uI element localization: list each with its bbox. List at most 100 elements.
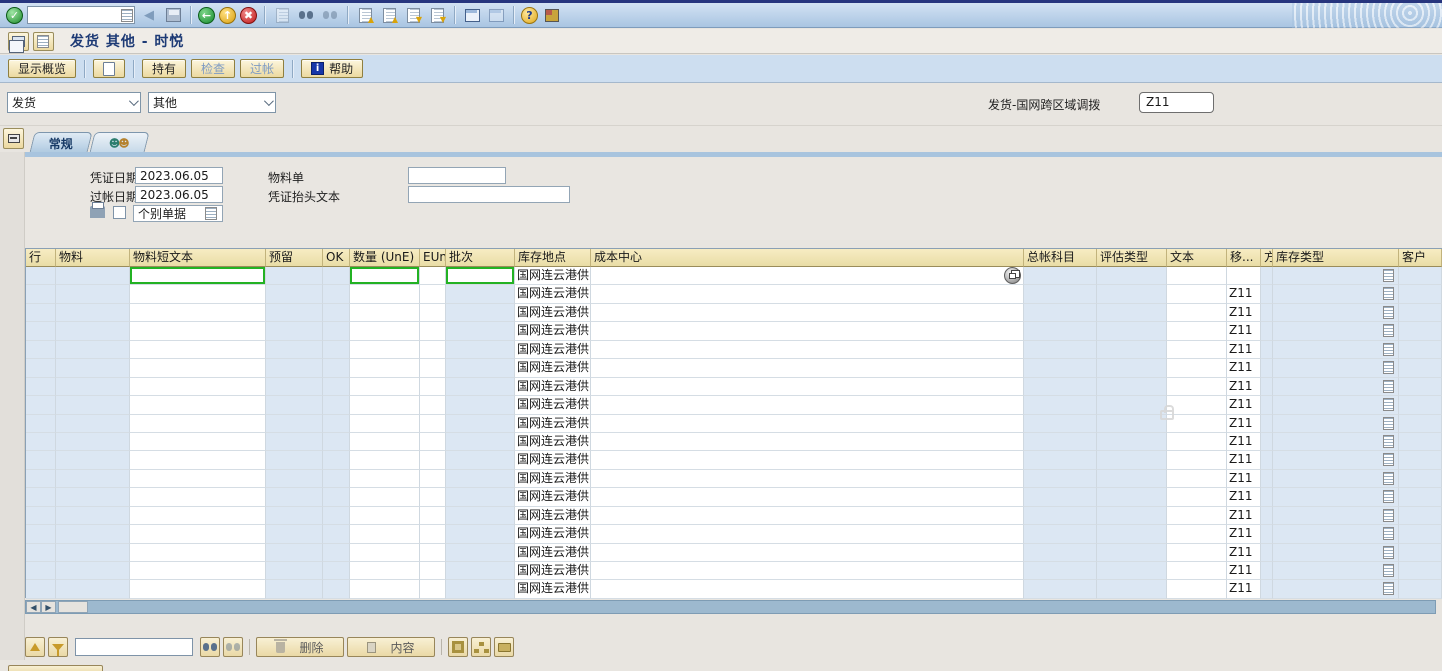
grid-cell[interactable]	[591, 562, 1024, 580]
hierarchy-button[interactable]	[471, 637, 491, 657]
grid-cell[interactable]: Z11	[1227, 341, 1261, 359]
stock-type-dropdown-icon[interactable]	[1383, 453, 1394, 466]
stock-type-dropdown-icon[interactable]	[1383, 509, 1394, 522]
grid-cell[interactable]	[591, 488, 1024, 506]
grid-cell[interactable]	[1167, 507, 1227, 525]
stock-type-dropdown-icon[interactable]	[1383, 527, 1394, 540]
grid-cell[interactable]: Z11	[1227, 359, 1261, 377]
grid-cell[interactable]	[130, 415, 266, 433]
grid-cell[interactable]	[350, 378, 420, 396]
editable-cell-input[interactable]	[350, 267, 419, 284]
help-icon[interactable]: ?	[521, 7, 538, 24]
grid-cell[interactable]	[1167, 562, 1227, 580]
grid-cell[interactable]	[130, 507, 266, 525]
grid-cell[interactable]	[1167, 525, 1227, 543]
material-slip-field[interactable]	[408, 167, 506, 184]
grid-cell[interactable]	[1227, 267, 1261, 285]
grid-cell[interactable]	[130, 580, 266, 598]
grid-cell[interactable]	[1167, 415, 1227, 433]
restart-button[interactable]	[93, 59, 125, 78]
grid-cell[interactable]	[1167, 433, 1227, 451]
grid-cell[interactable]: Z11	[1227, 562, 1261, 580]
grid-cell[interactable]	[130, 470, 266, 488]
grid-cell[interactable]: Z11	[1227, 304, 1261, 322]
stock-type-dropdown-icon[interactable]	[1383, 417, 1394, 430]
grid-cell[interactable]	[420, 396, 446, 414]
grid-cell[interactable]	[591, 433, 1024, 451]
grid-cell[interactable]	[420, 378, 446, 396]
grid-column-header[interactable]: 文本	[1167, 249, 1227, 267]
grid-cell[interactable]: 国网连云港供电	[515, 562, 591, 580]
grid-cell[interactable]: 国网连云港供电	[515, 285, 591, 303]
grid-cell[interactable]: 国网连云港供电	[515, 470, 591, 488]
grid-cell[interactable]	[420, 544, 446, 562]
scroll-right-button[interactable]: ▶	[41, 601, 56, 613]
editable-cell-input[interactable]	[130, 267, 265, 284]
grid-cell[interactable]	[130, 525, 266, 543]
customize-layout-icon[interactable]	[545, 9, 559, 22]
individual-slip-dropdown[interactable]: 个别单据	[133, 205, 223, 222]
grid-column-header[interactable]: 移...	[1227, 249, 1261, 267]
grid-cell[interactable]	[350, 562, 420, 580]
grid-cell[interactable]	[130, 451, 266, 469]
stock-type-dropdown-icon[interactable]	[1383, 398, 1394, 411]
grid-cell[interactable]: 国网连云港供电	[515, 451, 591, 469]
grid-cell[interactable]	[350, 285, 420, 303]
grid-cell[interactable]: 国网连云港供电	[515, 580, 591, 598]
grid-cell[interactable]	[350, 341, 420, 359]
grid-cell[interactable]: 国网连云港供电	[515, 322, 591, 340]
grid-column-header[interactable]: 物料短文本	[130, 249, 266, 267]
matchcode-search-icon[interactable]	[1004, 267, 1021, 284]
grid-column-header[interactable]: 行	[26, 249, 56, 267]
cancel-icon[interactable]: ✖	[240, 7, 257, 24]
grid-cell[interactable]	[420, 304, 446, 322]
document-list-button[interactable]	[33, 32, 54, 51]
close-header-button[interactable]	[3, 128, 24, 149]
grid-cell[interactable]	[420, 341, 446, 359]
grid-cell[interactable]	[130, 285, 266, 303]
stock-type-dropdown-icon[interactable]	[1383, 343, 1394, 356]
back-icon[interactable]: ←	[198, 7, 215, 24]
grid-cell[interactable]: Z11	[1227, 415, 1261, 433]
grid-cell[interactable]	[420, 359, 446, 377]
grid-cell[interactable]: Z11	[1227, 433, 1261, 451]
grid-cell[interactable]	[1167, 544, 1227, 562]
tab-partner[interactable]: ☻☻	[89, 132, 149, 153]
cutoff-bottom-button[interactable]	[8, 665, 103, 671]
export-button[interactable]	[494, 637, 514, 657]
grid-cell[interactable]	[350, 433, 420, 451]
command-input[interactable]	[28, 8, 121, 22]
grid-cell[interactable]: Z11	[1227, 396, 1261, 414]
stock-type-dropdown-icon[interactable]	[1383, 546, 1394, 559]
grid-cell[interactable]	[130, 488, 266, 506]
exit-icon[interactable]: ↑	[219, 7, 236, 24]
stock-type-dropdown-icon[interactable]	[1383, 435, 1394, 448]
grid-cell[interactable]	[350, 322, 420, 340]
grid-cell[interactable]: 国网连云港供电	[515, 359, 591, 377]
grid-cell[interactable]	[591, 544, 1024, 562]
grid-cell[interactable]: Z11	[1227, 580, 1261, 598]
grid-cell[interactable]	[350, 396, 420, 414]
grid-cell[interactable]	[420, 562, 446, 580]
grid-cell[interactable]	[420, 285, 446, 303]
grid-cell[interactable]: 国网连云港供电	[515, 396, 591, 414]
grid-cell[interactable]	[591, 304, 1024, 322]
grid-cell[interactable]	[350, 267, 420, 285]
item-search-input[interactable]	[75, 638, 193, 656]
grid-cell[interactable]	[591, 378, 1024, 396]
stock-type-dropdown-icon[interactable]	[1383, 324, 1394, 337]
find-next-button[interactable]	[223, 637, 243, 657]
grid-column-header[interactable]: 库存地点	[515, 249, 591, 267]
horizontal-scrollbar[interactable]: ◀ ▶	[25, 600, 1436, 614]
grid-cell[interactable]	[1167, 396, 1227, 414]
grid-cell[interactable]	[350, 488, 420, 506]
check-button[interactable]: 检查	[191, 59, 235, 78]
editable-cell-input[interactable]	[446, 267, 514, 284]
grid-cell[interactable]	[591, 451, 1024, 469]
grid-cell[interactable]	[591, 267, 1024, 285]
find-next-icon[interactable]	[322, 9, 338, 21]
grid-cell[interactable]	[420, 451, 446, 469]
stock-type-dropdown-icon[interactable]	[1383, 472, 1394, 485]
grid-cell[interactable]: 国网连云港供电	[515, 415, 591, 433]
doc-date-field[interactable]: 2023.06.05	[135, 167, 223, 184]
